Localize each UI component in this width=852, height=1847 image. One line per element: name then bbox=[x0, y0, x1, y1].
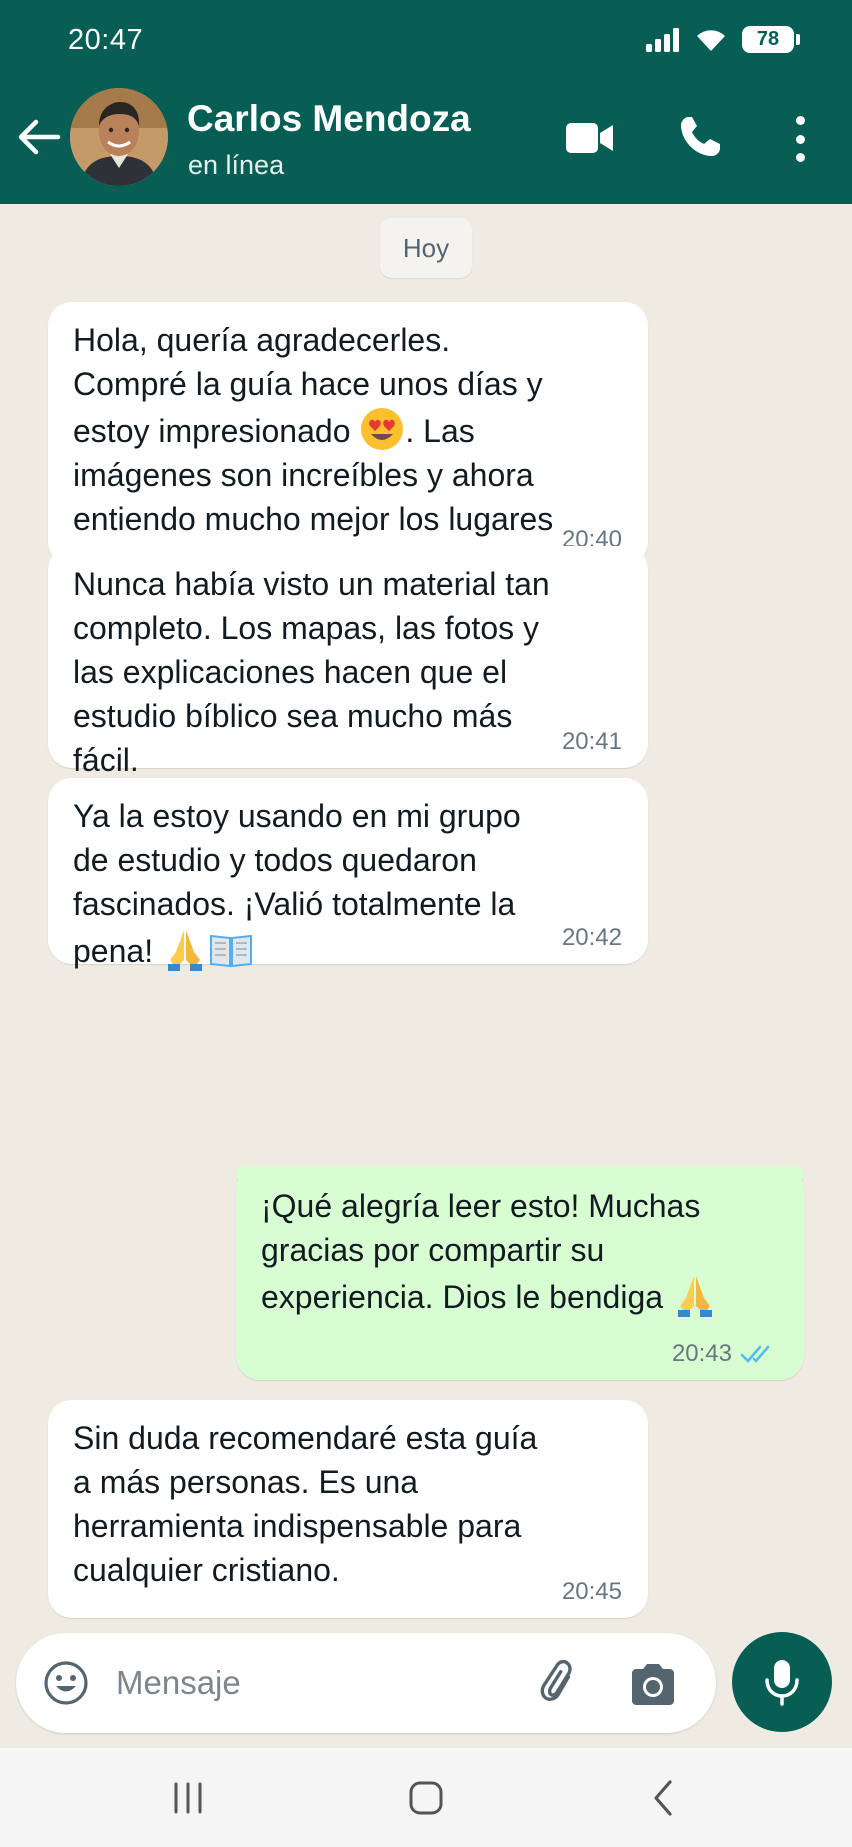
more-options-icon[interactable] bbox=[786, 116, 814, 162]
signal-icon bbox=[646, 27, 679, 52]
voice-call-icon[interactable] bbox=[676, 113, 724, 161]
chat-area[interactable]: Hoy Hola, quería agradecerles. Compré la… bbox=[0, 204, 852, 1748]
status-icons: 78 bbox=[646, 26, 800, 53]
status-time: 20:47 bbox=[68, 24, 144, 56]
message-text: Sin duda recomendaré esta guía a más per… bbox=[73, 1420, 538, 1588]
open-book-emoji bbox=[209, 934, 252, 968]
message-text: Hola, quería agradecerles. Compré la guí… bbox=[73, 322, 554, 581]
contact-avatar[interactable] bbox=[70, 88, 168, 186]
chat-header: 20:47 78 Carlos Mendoza en línea bbox=[0, 0, 852, 204]
emoji-icon[interactable] bbox=[42, 1659, 90, 1707]
message-meta: 20:42 bbox=[562, 926, 622, 950]
double-check-read-icon bbox=[740, 1345, 770, 1363]
message-bubble-incoming[interactable]: Ya la estoy usando en mi grupo de estudi… bbox=[48, 778, 648, 971]
contact-name[interactable]: Carlos Mendoza bbox=[187, 98, 471, 140]
battery-icon: 78 bbox=[742, 26, 800, 53]
date-chip: Hoy bbox=[380, 218, 472, 278]
attach-icon[interactable] bbox=[536, 1659, 586, 1709]
message-time: 20:42 bbox=[561, 924, 622, 951]
message-meta: 20:43 bbox=[672, 1342, 778, 1366]
message-text: ¡Qué alegría leer esto! Muchas gracias p… bbox=[261, 1184, 780, 1319]
contact-status: en línea bbox=[188, 150, 285, 180]
message-bubble-incoming[interactable]: Nunca había visto un material tan comple… bbox=[48, 546, 648, 778]
message-time: 20:45 bbox=[561, 1578, 622, 1605]
message-bubble-incoming[interactable]: Hola, quería agradecerles. Compré la guí… bbox=[48, 302, 648, 581]
recents-icon[interactable] bbox=[168, 1778, 208, 1818]
message-bubble-incoming[interactable]: Sin duda recomendaré esta guía a más per… bbox=[48, 1400, 648, 1618]
back-icon[interactable] bbox=[644, 1778, 684, 1818]
back-arrow-icon[interactable] bbox=[14, 112, 64, 162]
video-call-icon[interactable] bbox=[564, 118, 616, 158]
praying-hands-emoji bbox=[167, 930, 202, 971]
message-time: 20:41 bbox=[561, 728, 622, 755]
mic-button[interactable] bbox=[732, 1632, 832, 1732]
system-nav-bar bbox=[0, 1748, 852, 1847]
message-text: Nunca había visto un material tan comple… bbox=[73, 566, 550, 778]
mic-icon bbox=[765, 1660, 799, 1706]
camera-icon[interactable] bbox=[628, 1661, 678, 1707]
message-meta: 20:41 bbox=[562, 730, 622, 754]
praying-hands-emoji bbox=[677, 1276, 712, 1317]
message-bubble-outgoing[interactable]: ¡Qué alegría leer esto! Muchas gracias p… bbox=[236, 1166, 804, 1380]
battery-level: 78 bbox=[756, 28, 780, 50]
message-composer bbox=[16, 1633, 716, 1733]
message-time: 20:43 bbox=[671, 1340, 732, 1367]
message-text: Ya la estoy usando en mi grupo de estudi… bbox=[73, 794, 624, 973]
message-meta: 20:45 bbox=[562, 1580, 622, 1604]
message-input[interactable] bbox=[116, 1655, 516, 1711]
heart-eyes-emoji bbox=[361, 408, 404, 450]
wifi-icon bbox=[697, 29, 725, 51]
home-icon[interactable] bbox=[406, 1778, 446, 1818]
